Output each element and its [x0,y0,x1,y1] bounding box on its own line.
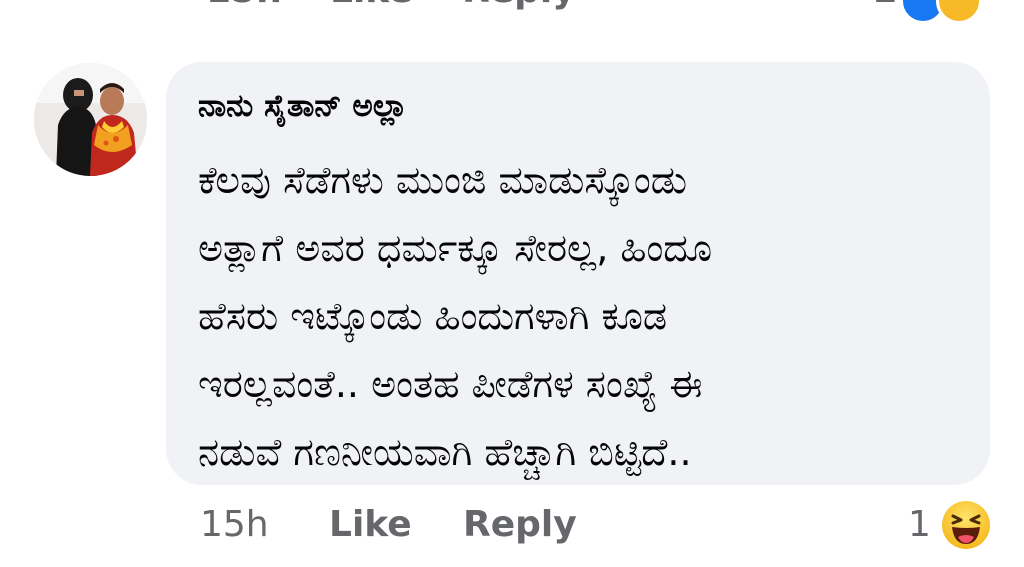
haha-emoji-icon[interactable] [941,500,991,550]
comment-line: ಅತ್ಲಾಗೆ ಅವರ ಧರ್ಮಕ್ಕೂ ಸೇರಲ್ಲ, ಹಿಂದೂ [198,226,713,270]
comment-body: ಕೆಲವು ಸೆಡೆಗಳು ಮುಂಜಿ ಮಾಡುಸ್ಕೊಂಡು ಅತ್ಲಾಗೆ … [198,146,968,486]
comment-line: ನಡುವೆ ಗಣನೀಯವಾಗಿ ಹೆಚ್ಚಾಗಿ ಬಿಟ್ಟಿದೆ.. [198,430,692,474]
comment-line: ಹೆಸರು ಇಟ್ಕೊಂಡು ಹಿಂದುಗಳಾಗಿ ಕೂಡ [198,294,668,338]
previous-reply-button[interactable]: Reply [462,0,576,11]
comment-line: ಕೆಲವು ಸೆಡೆಗಳು ಮುಂಜಿ ಮಾಡುಸ್ಕೊಂಡು [198,158,688,202]
previous-comment-actions: 15h Like Reply 1 [200,0,1020,18]
like-button[interactable]: Like [329,504,412,545]
comment-thread: 15h Like Reply 1 ನಾನು ಸೈತಾನ್ ಅಲ್ಲಾ [0,0,1024,567]
comment-line: ಇರಲ್ಲವಂತೆ.. ಅಂತಹ ಪೀಡೆಗಳ ಸಂಖ್ಯೆ ಈ [198,362,703,406]
avatar[interactable] [34,63,147,176]
previous-comment-time: 15h [206,0,282,11]
avatar-photo-icon [34,63,147,176]
comment-bubble: ನಾನು ಸೈತಾನ್ ಅಲ್ಲಾ ಕೆಲವು ಸೆಡೆಗಳು ಮುಂಜಿ ಮಾ… [166,62,990,485]
comment-timestamp[interactable]: 15h [200,504,269,545]
haha-reaction-icon [936,0,982,24]
comment-author-name[interactable]: ನಾನು ಸೈತಾನ್ ಅಲ್ಲಾ [198,88,408,125]
previous-reactions[interactable] [900,0,1000,24]
previous-like-button[interactable]: Like [330,0,413,11]
previous-reaction-count: 1 [872,0,897,11]
reply-button[interactable]: Reply [463,504,577,545]
reaction-count[interactable]: 1 [908,504,931,545]
